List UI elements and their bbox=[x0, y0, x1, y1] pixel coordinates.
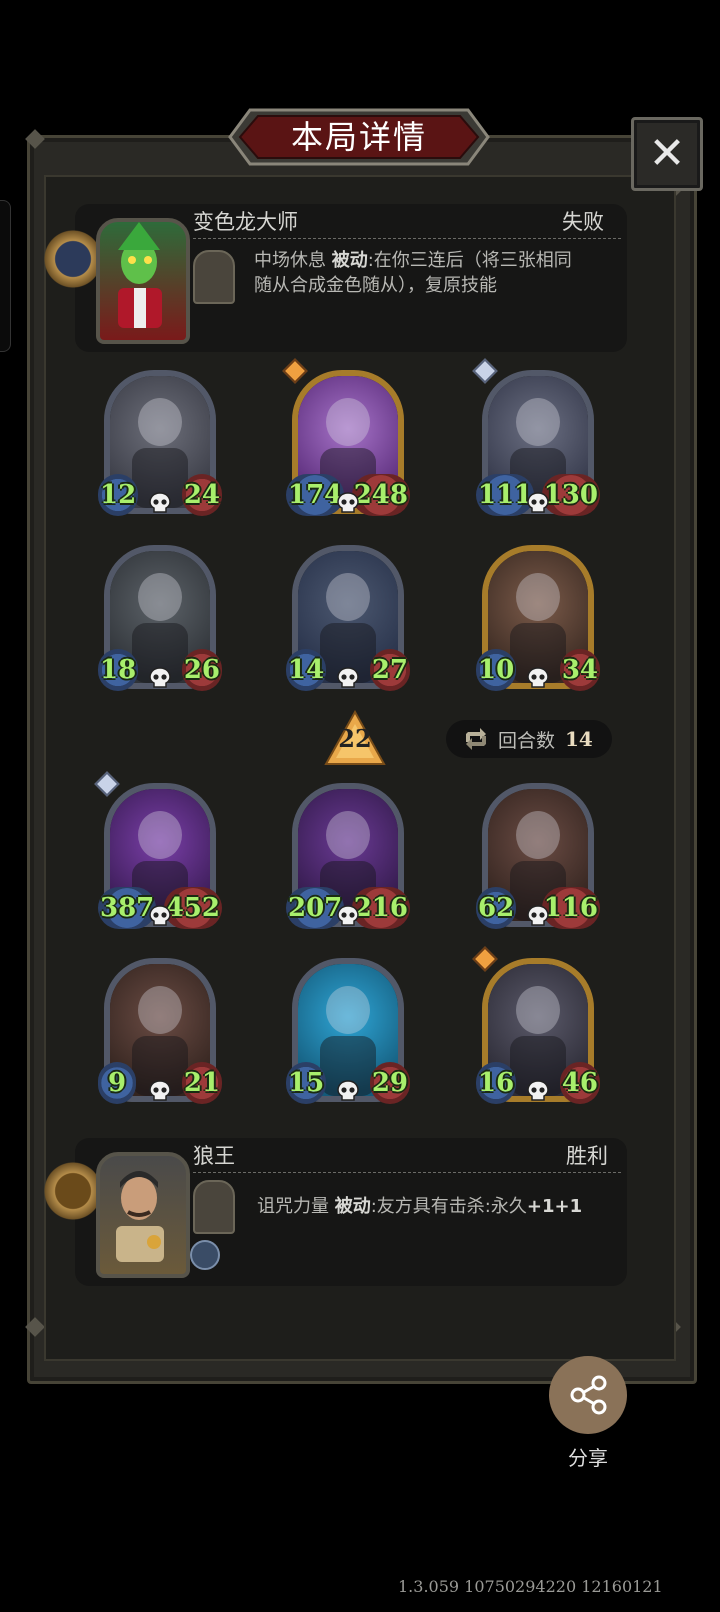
skull-icon bbox=[527, 667, 549, 688]
skull-icon bbox=[527, 905, 549, 926]
refresh-icon bbox=[466, 728, 486, 750]
tavern-level: 22 bbox=[338, 724, 372, 753]
minion-health: 116 bbox=[541, 887, 600, 929]
skull-icon bbox=[337, 492, 359, 513]
minion-attack: 16 bbox=[476, 1062, 517, 1104]
skill-bonus: +1+1 bbox=[526, 1196, 583, 1217]
side-drawer-tab[interactable] bbox=[0, 200, 11, 352]
player-name: 狼王 bbox=[193, 1144, 235, 1168]
skull-icon bbox=[149, 905, 171, 926]
round-counter: 回合数 14 bbox=[446, 720, 612, 758]
round-value: 14 bbox=[565, 727, 593, 751]
minion-attack: 18 bbox=[98, 649, 139, 691]
skull-icon bbox=[527, 1080, 549, 1101]
opponent-name: 变色龙大师 bbox=[193, 210, 298, 234]
minion-attack: 10 bbox=[476, 649, 517, 691]
pocket-watch-icon bbox=[42, 1160, 104, 1222]
skill-icon[interactable] bbox=[193, 250, 235, 304]
minion-card[interactable]: 174 248 bbox=[282, 358, 410, 524]
minion-health: 27 bbox=[369, 649, 410, 691]
skill-desc-line2: 随从合成金色随从），复原技能 bbox=[254, 275, 497, 296]
minion-attack: 15 bbox=[286, 1062, 327, 1104]
minion-attack: 14 bbox=[286, 649, 327, 691]
opponent-skill-description: 中场休息 被动:在你三连后（将三张相同 随从合成金色随从），复原技能 bbox=[254, 248, 614, 298]
divider bbox=[193, 238, 621, 239]
share-button[interactable] bbox=[549, 1356, 627, 1434]
minion-attack: 62 bbox=[476, 887, 517, 929]
minion-health: 29 bbox=[369, 1062, 410, 1104]
dialog-title-plate: 本局详情 bbox=[228, 108, 490, 166]
skill-icon[interactable] bbox=[193, 1180, 235, 1234]
minion-card[interactable]: 207 216 bbox=[286, 783, 410, 937]
skull-icon bbox=[149, 667, 171, 688]
minion-card[interactable]: 12 24 bbox=[98, 370, 222, 524]
minion-card[interactable]: 15 29 bbox=[286, 958, 410, 1112]
skull-icon bbox=[337, 905, 359, 926]
share-label: 分享 bbox=[568, 1446, 608, 1470]
minion-attack: 9 bbox=[98, 1062, 136, 1104]
player-skill-description: 诅咒力量 被动:友方具有击杀:永久+1+1 bbox=[257, 1194, 617, 1219]
dialog-title: 本局详情 bbox=[290, 118, 427, 156]
player-result: 胜利 bbox=[566, 1144, 608, 1168]
skull-icon bbox=[337, 667, 359, 688]
close-icon: ✕ bbox=[648, 128, 686, 179]
minion-card[interactable]: 62 116 bbox=[476, 783, 600, 937]
version-string: 1.3.059 10750294220 12160121 bbox=[398, 1577, 663, 1596]
skill-desc-line1: :在你三连后（将三张相同 bbox=[367, 250, 572, 271]
player-avatar[interactable] bbox=[96, 1152, 190, 1278]
minion-health: 248 bbox=[351, 474, 410, 516]
opponent-avatar[interactable] bbox=[96, 218, 190, 344]
tavern-level-badge: 22 bbox=[322, 709, 388, 766]
minion-card[interactable]: 111 130 bbox=[472, 358, 600, 524]
minion-card[interactable]: 16 46 bbox=[472, 946, 600, 1112]
minion-card[interactable]: 14 27 bbox=[286, 545, 410, 699]
sword-icon[interactable] bbox=[190, 1240, 220, 1270]
skill-type: 被动 bbox=[331, 250, 368, 271]
minion-card[interactable]: 10 34 bbox=[476, 545, 600, 699]
minion-health: 26 bbox=[181, 649, 222, 691]
skull-icon bbox=[149, 1080, 171, 1101]
minion-health: 34 bbox=[559, 649, 600, 691]
skull-icon bbox=[337, 1080, 359, 1101]
skill-type: 被动 bbox=[334, 1196, 371, 1217]
minion-health: 24 bbox=[181, 474, 222, 516]
minion-health: 21 bbox=[181, 1062, 222, 1104]
minion-card[interactable]: 387 452 bbox=[94, 771, 222, 937]
pocket-watch-icon bbox=[42, 228, 104, 290]
divider bbox=[193, 1172, 621, 1173]
round-label: 回合数 bbox=[498, 729, 556, 752]
skill-name: 中场休息 bbox=[254, 250, 326, 271]
minion-health: 216 bbox=[351, 887, 410, 929]
skill-desc: :友方具有击杀:永久 bbox=[370, 1196, 527, 1217]
opponent-result: 失败 bbox=[562, 210, 604, 234]
minion-health: 452 bbox=[163, 887, 222, 929]
minion-attack: 12 bbox=[98, 474, 139, 516]
minion-health: 46 bbox=[559, 1062, 600, 1104]
skill-name: 诅咒力量 bbox=[257, 1196, 329, 1217]
close-button[interactable]: ✕ bbox=[631, 117, 703, 191]
share-icon bbox=[570, 1375, 607, 1415]
minion-card[interactable]: 18 26 bbox=[98, 545, 222, 699]
skull-icon bbox=[149, 492, 171, 513]
minion-card[interactable]: 9 21 bbox=[98, 958, 222, 1112]
minion-health: 130 bbox=[541, 474, 600, 516]
skull-icon bbox=[527, 492, 549, 513]
